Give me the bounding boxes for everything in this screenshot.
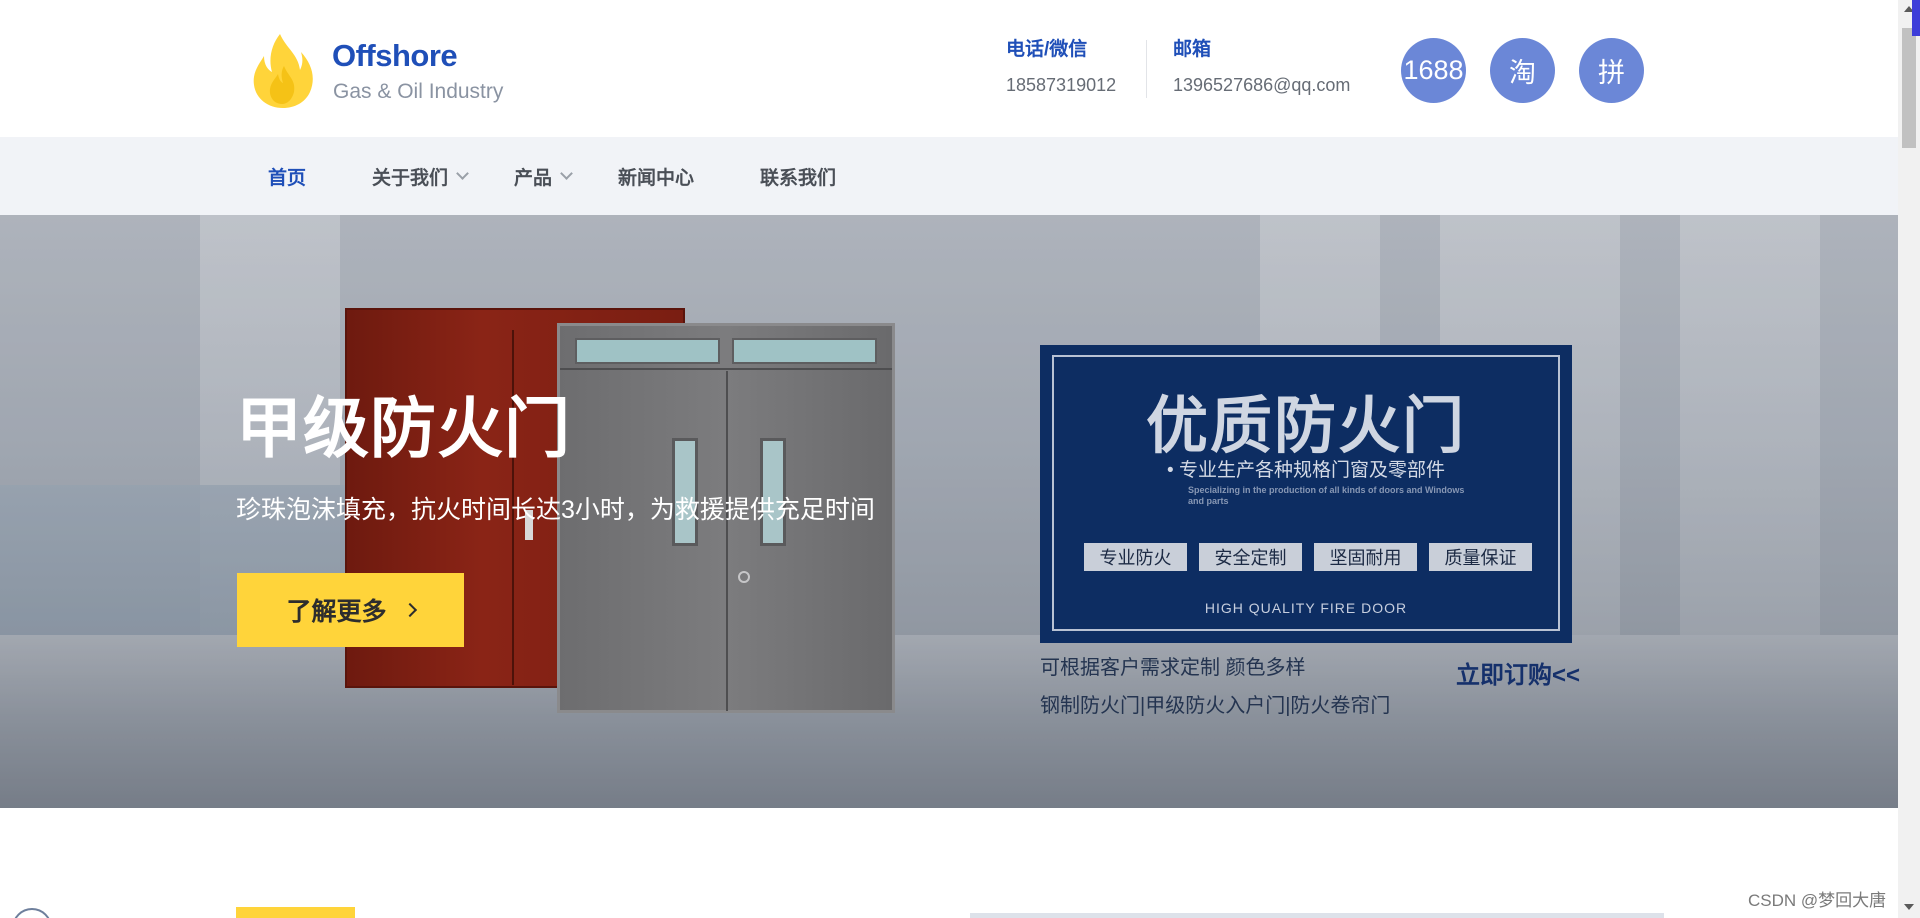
scroll-down-arrow-icon[interactable] [1904, 904, 1914, 910]
promo-subtitle: • 专业生产各种规格门窗及零部件 [1167, 460, 1445, 481]
nav-item-news[interactable]: 新闻中心 [618, 163, 694, 190]
email-label: 邮箱 [1173, 39, 1212, 60]
promo-tag: 专业防火 [1084, 543, 1187, 571]
section-tag [236, 907, 355, 918]
buy-now-link[interactable]: 立即订购<< [1456, 655, 1580, 690]
logo-subtitle: Gas & Oil Industry [333, 80, 504, 103]
contact-divider [1146, 40, 1147, 98]
nav-item-contact[interactable]: 联系我们 [760, 163, 836, 190]
window-edge-accent [1912, 0, 1920, 36]
site-header: Offshore Gas & Oil Industry 电话/微信 185873… [0, 0, 1898, 137]
logo-title: Offshore [332, 38, 458, 73]
promo-tag: 安全定制 [1199, 543, 1302, 571]
nav-label: 联系我们 [760, 168, 837, 189]
contact-email: 邮箱 1396527686@qq.com [1173, 34, 1350, 96]
nav-label: 新闻中心 [618, 168, 695, 189]
contact-phone: 电话/微信 18587319012 [1006, 34, 1116, 96]
badge-1688-button[interactable]: 1688 [1401, 38, 1466, 103]
door-split [726, 371, 728, 711]
flame-logo-icon [253, 34, 313, 108]
nav-item-home[interactable]: 首页 [268, 163, 306, 190]
nav-label: 关于我们 [372, 168, 449, 189]
watermark: CSDN @梦回大唐 [1748, 891, 1887, 910]
learn-more-label: 了解更多 [286, 598, 387, 626]
page-scrollbar[interactable] [1898, 0, 1920, 918]
door-transom [575, 338, 720, 364]
chevron-right-icon [402, 602, 417, 618]
chevron-down-icon [560, 167, 573, 180]
email-value[interactable]: 1396527686@qq.com [1173, 75, 1350, 96]
phone-label: 电话/微信 [1006, 39, 1088, 60]
scroll-thumb[interactable] [1902, 28, 1916, 148]
promo-subtitle-en: Specializing in the production of all ki… [1188, 485, 1465, 506]
door-transom [732, 338, 877, 364]
side-circle-button[interactable] [12, 908, 52, 918]
nav-label: 首页 [268, 168, 307, 189]
promo-note: 可根据客户需求定制 颜色多样 [1040, 657, 1306, 679]
promo-title: 优质防火门 [1145, 392, 1466, 461]
promo-panel[interactable]: 优质防火门 • 专业生产各种规格门窗及零部件 Specializing in t… [1040, 345, 1572, 643]
badge-pinduoduo-button[interactable]: 拼 [1579, 38, 1644, 103]
promo-tag: 质量保证 [1429, 543, 1532, 571]
door-bar [560, 368, 892, 370]
promo-footer: HIGH QUALITY FIRE DOOR [1204, 600, 1408, 616]
promo-tag: 坚固耐用 [1314, 543, 1417, 571]
promo-product-links[interactable]: 钢制防火门|甲级防火入户门|防火卷帘门 [1040, 689, 1390, 718]
chevron-down-icon [456, 167, 469, 180]
hero-banner: 甲级防火门 珍珠泡沫填充，抗火时间长达3小时，为救援提供充足时间 了解更多 优质… [0, 215, 1898, 808]
section-image [970, 913, 1664, 918]
nav-item-products[interactable]: 产品 [514, 163, 573, 190]
page: Offshore Gas & Oil Industry 电话/微信 185873… [0, 0, 1920, 918]
hero-title: 甲级防火门 [236, 391, 571, 465]
door-knob [738, 571, 750, 583]
badge-taobao-button[interactable]: 淘 [1490, 38, 1555, 103]
hero-subtitle: 珍珠泡沫填充，抗火时间长达3小时，为救援提供充足时间 [236, 496, 875, 524]
phone-value[interactable]: 18587319012 [1006, 75, 1116, 96]
logo[interactable]: Offshore Gas & Oil Industry [250, 28, 520, 108]
nav-item-about[interactable]: 关于我们 [372, 163, 469, 190]
promo-tags: 专业防火 安全定制 坚固耐用 质量保证 [1084, 543, 1532, 571]
main-nav: 首页 关于我们 产品 新闻中心 联系我们 [0, 137, 1898, 215]
learn-more-button[interactable]: 了解更多 [237, 573, 464, 647]
nav-label: 产品 [514, 168, 553, 189]
